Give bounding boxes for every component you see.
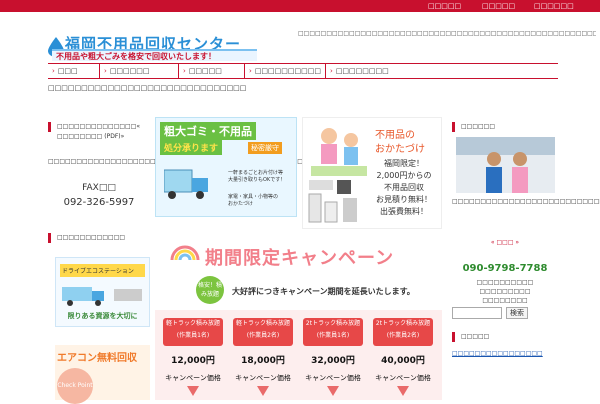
family-illustration-icon: [311, 128, 367, 176]
plan-price: 18,000円: [241, 356, 285, 366]
nav-item-5[interactable]: □□□□□□□□: [326, 64, 443, 78]
banner1-title: 粗大ゴミ・不用品: [160, 122, 256, 140]
truck-illustration-icon: [62, 287, 142, 306]
banner2-line: 福岡限定！: [384, 159, 424, 168]
campaign-badge: 格安！積み放題: [196, 276, 224, 304]
search-input[interactable]: [452, 307, 502, 319]
banner1-line2: 大量引き取りもOKです！: [228, 177, 286, 183]
plan-staff: (作業員2名): [386, 332, 420, 339]
campaign-title: 期間限定キャンペーン: [205, 248, 395, 269]
contact-line: □□□□□□□□□□: [476, 279, 534, 286]
down-arrow-icon: [257, 386, 269, 396]
banner2-lines: 福岡限定！ 2,000円からの 不用品回収 お見積り無料！ 出張費無料！: [365, 158, 443, 218]
plan-name: 軽トラック積み放題: [235, 320, 290, 327]
plan-price: 40,000円: [381, 356, 425, 366]
banner1-line1: 一軒まるごとお片付け等: [228, 170, 284, 176]
top-link-2[interactable]: □□□□□: [482, 0, 515, 12]
nav-item-4[interactable]: □□□□□□□□□□: [245, 64, 326, 78]
plan-card[interactable]: 2tトラック積み放題 (作業員2名): [373, 318, 433, 346]
banner1-tag: 秘密厳守: [248, 142, 282, 154]
contact-line: □□□□□□□□□: [479, 288, 531, 295]
left-box1-text: □□□□□□□□□□□□□□□□□□□□□□□□□□□□□□□FAX□□□□□□…: [48, 158, 303, 166]
nav-item-3[interactable]: □□□□□: [179, 64, 245, 78]
banner2-line: お見積り無料！: [376, 195, 432, 204]
search-button[interactable]: 検索: [506, 307, 528, 319]
plan-caption: キャンペーン価格: [305, 374, 361, 382]
site-logo-subtitle: 不用品や粗大ごみを格安で回収いたします！: [52, 49, 257, 61]
banner2-line: 2,000円からの: [376, 171, 432, 180]
phone-number[interactable]: 090-9798-7788: [452, 263, 558, 274]
banner2-title1: 不用品の: [375, 130, 415, 141]
plan-name: 軽トラック積み放題: [165, 320, 220, 327]
drive-eco-ad[interactable]: ドライブエコステーション 限りある資源を大切に: [55, 257, 150, 327]
plan-caption: キャンペーン価格: [235, 374, 291, 382]
notice-text: □□□□□□□□□□□□□□□□□□□□□□□□□□□□□□: [48, 84, 247, 92]
banner1-sub: 処分承ります: [160, 140, 223, 155]
plan-card[interactable]: 軽トラック積み放題 (作業員2名): [233, 318, 293, 346]
plan-caption: キャンペーン価格: [165, 374, 221, 382]
sidebar-link-1[interactable]: □□□□□□□□□□□□□□□□: [452, 350, 558, 357]
plan-name: 2tトラック積み放題: [305, 320, 361, 327]
drive-eco-caption: 限りある資源を大切に: [67, 312, 138, 320]
campaign-subtitle: 大好評につきキャンペーン期間を延長いたします。: [232, 287, 415, 296]
nav-item-home[interactable]: □□□: [48, 64, 100, 78]
sodai-gomi-banner[interactable]: 粗大ゴミ・不用品 処分承ります 秘密厳守 一軒まるごとお片付け等 大量引き取りも…: [155, 117, 297, 217]
plan-caption: キャンペーン価格: [375, 374, 431, 382]
top-bar: □□□□□ □□□□□ □□□□□□: [0, 0, 600, 12]
header-description: □□□□□□□□□□□□□□□□□□□□□□□□□□□□□□□□□□□□□□□□…: [298, 30, 596, 37]
plan-card[interactable]: 軽トラック積み放題 (作業員1名): [163, 318, 223, 346]
plan-staff: (作業員1名): [316, 332, 350, 339]
banner2-line: 出張費無料！: [380, 207, 428, 216]
banner2-line: 不用品回収: [384, 183, 424, 192]
check-point-badge: Check Point: [57, 368, 93, 404]
contact-label: « □□□ »: [490, 239, 520, 246]
staff-photo: [456, 137, 555, 193]
top-link-1[interactable]: □□□□□: [428, 0, 461, 12]
banner1-line3: 家電・家具・小物等の: [228, 194, 279, 200]
truck-icon: [164, 169, 208, 199]
okataduke-banner[interactable]: 不用品の おかたづけ 福岡限定！ 2,000円からの 不用品回収 お見積り無料！…: [302, 117, 442, 229]
down-arrow-icon: [327, 386, 339, 396]
drive-eco-text: ドライブエコステーション: [60, 264, 145, 277]
right-box1-text: □□□□□□□□□□□□□□□□□□□□□□□□□□□□□□□: [452, 198, 600, 205]
left-box2-heading: □□□□□□□□□□□□: [48, 233, 150, 243]
down-arrow-icon: [187, 386, 199, 396]
fax-number: 092-326-5997: [63, 197, 135, 208]
contact-line: □□□□□□□□: [482, 297, 528, 304]
right-box1-heading: □□□□□□: [452, 122, 558, 132]
contact-lines: □□□□□□□□□□ □□□□□□□□□ □□□□□□□□: [452, 278, 558, 305]
plan-staff: (作業員2名): [246, 332, 280, 339]
down-arrow-icon: [397, 386, 409, 396]
nav-item-2[interactable]: □□□□□□: [100, 64, 179, 78]
plan-name: 2tトラック積み放題: [375, 320, 431, 327]
plan-price: 32,000円: [311, 356, 355, 366]
plan-card[interactable]: 2tトラック積み放題 (作業員1名): [303, 318, 363, 346]
aircon-ad[interactable]: エアコン無料回収 Check Point: [55, 345, 150, 404]
aircon-ad-title: エアコン無料回収: [57, 353, 137, 364]
plan-price: 12,000円: [171, 356, 215, 366]
nav-filler: [443, 63, 558, 79]
fax-label: FAX□□: [82, 183, 116, 193]
left-box1-heading[interactable]: □□□□□□□□□□□□□□« □□□□□□□□ (PDF)»: [48, 122, 150, 140]
top-link-3[interactable]: □□□□□□: [534, 0, 574, 12]
banner2-title2: おかたづけ: [375, 144, 425, 155]
appliances-icon: [308, 180, 357, 223]
main-nav: □□□ □□□□□□ □□□□□ □□□□□□□□□□ □□□□□□□□: [48, 63, 443, 79]
plan-staff: (作業員1名): [176, 332, 210, 339]
rainbow-icon: [170, 245, 200, 261]
banner1-line4: おかたづけ: [228, 201, 254, 207]
right-box3-heading: □□□□□: [452, 332, 558, 342]
